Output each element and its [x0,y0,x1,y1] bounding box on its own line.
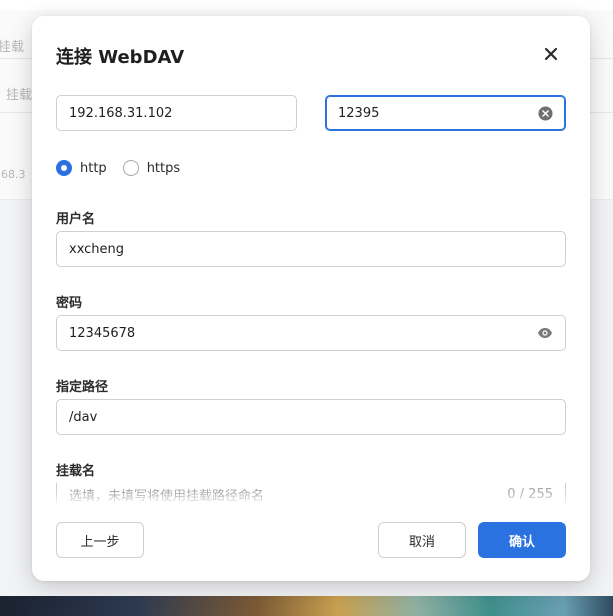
username-label: 用户名 [56,212,96,227]
cancel-button[interactable]: 取消 [378,522,466,558]
cancel-label: 取消 [408,534,435,550]
host-value: 192.168.31.102 [69,105,173,121]
mount-name-label: 挂载名 [56,464,96,479]
username-input[interactable]: xxcheng [56,231,566,267]
close-icon [544,47,558,61]
protocol-radio-group: http https [56,160,196,176]
radio-indicator [122,160,139,176]
username-value: xxcheng [69,241,125,257]
confirm-label: 确认 [508,534,535,550]
close-button[interactable] [540,43,562,65]
host-input[interactable]: 192.168.31.102 [56,95,297,131]
background-mount-tab[interactable]: 挂载 [6,84,32,103]
path-input[interactable]: /dav [56,399,566,435]
password-input[interactable]: 12345678 [56,315,566,351]
eye-icon [538,328,552,338]
radio-http-label: http [80,160,107,176]
path-value: /dav [69,409,98,425]
password-label: 密码 [56,296,83,311]
path-label: 指定路径 [56,380,109,395]
background-mount-label: 挂载 [0,40,25,55]
reveal-password-button[interactable] [537,325,553,341]
confirm-button[interactable]: 确认 [478,522,566,558]
port-input[interactable]: 12395 [325,95,566,131]
radio-https[interactable]: https [122,160,181,176]
prev-step-label: 上一步 [80,534,120,550]
connect-webdav-dialog: 连接 WebDAV 192.168.31.102 12395 http http… [32,16,590,581]
clear-circle-icon [537,105,553,121]
background-ip-text: 168.3 [0,168,26,181]
password-value: 12345678 [69,325,136,341]
desktop-wallpaper [0,596,613,616]
clear-button[interactable] [537,105,553,121]
radio-http[interactable]: http [56,160,107,176]
port-value: 12395 [338,105,380,121]
background-topbar [0,0,613,10]
scroll-fade [56,492,566,506]
prev-step-button[interactable]: 上一步 [56,522,144,558]
radio-https-label: https [146,160,181,176]
dialog-title: 连接 WebDAV [56,47,185,68]
radio-indicator [56,160,72,176]
